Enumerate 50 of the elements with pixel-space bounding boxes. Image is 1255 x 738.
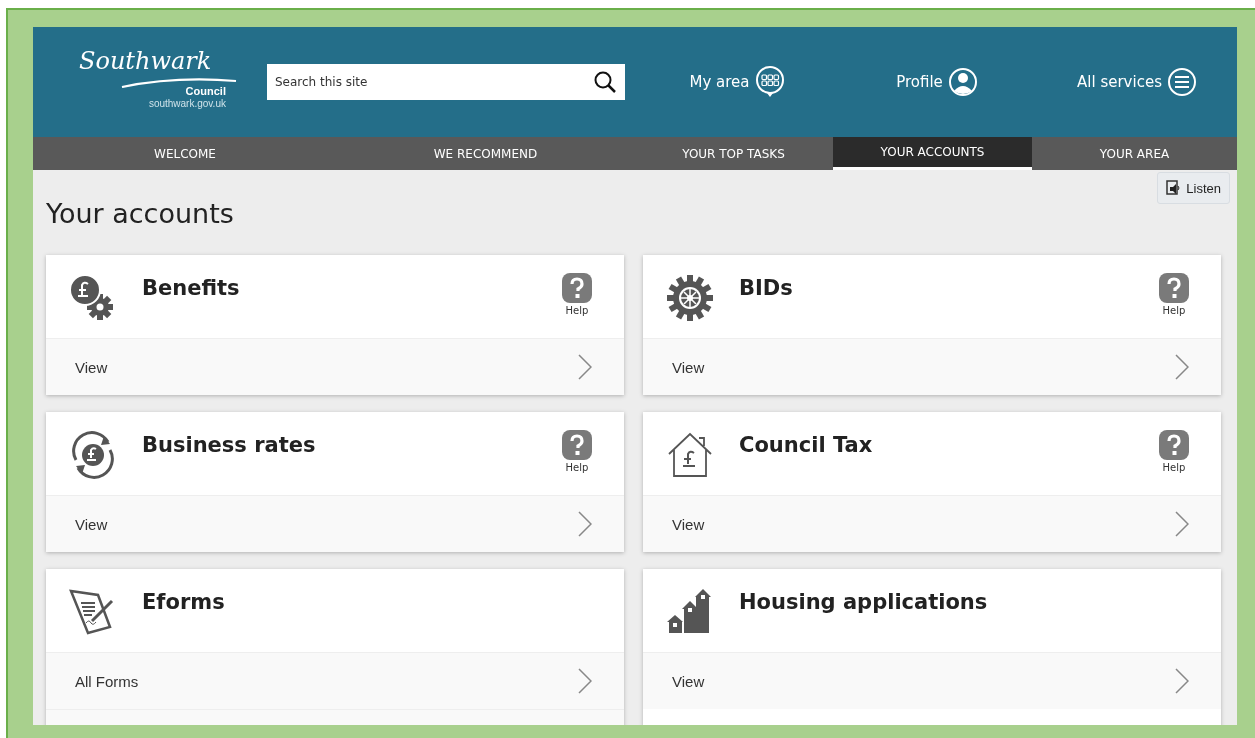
question-icon xyxy=(562,430,592,460)
help-link[interactable]: Help xyxy=(1159,273,1189,316)
card-link-row[interactable]: View xyxy=(643,652,1221,709)
listen-button[interactable]: Listen xyxy=(1157,172,1230,204)
card-title: Council Tax xyxy=(739,433,874,457)
card-title: Eforms xyxy=(142,590,226,614)
help-link[interactable]: Help xyxy=(562,430,592,473)
logo-swoosh-icon xyxy=(121,78,237,88)
card-link-row[interactable]: View xyxy=(643,338,1221,395)
person-icon xyxy=(947,67,978,97)
chevron-right-icon xyxy=(1175,354,1189,380)
grid-pin-icon xyxy=(754,66,785,98)
card-link-row[interactable]: View xyxy=(46,338,624,395)
chevron-right-icon xyxy=(578,354,592,380)
help-link[interactable]: Help xyxy=(562,273,592,316)
nav-tab[interactable]: YOUR TOP TASKS xyxy=(634,137,833,170)
menu-icon xyxy=(1166,67,1197,97)
nav-tab[interactable]: WE RECOMMEND xyxy=(337,137,634,170)
card-link-row[interactable]: View xyxy=(46,495,624,552)
chevron-right-icon xyxy=(1175,511,1189,537)
header-link[interactable]: Profile xyxy=(837,66,1037,98)
card-title: Housing applications xyxy=(739,590,989,614)
card-title: Benefits xyxy=(142,276,241,300)
header-link-label: My area xyxy=(689,73,750,91)
header-link[interactable]: All services xyxy=(1037,66,1237,98)
page-title: Your accounts xyxy=(46,198,234,229)
nav-tab[interactable]: YOUR ACCOUNTS xyxy=(833,137,1032,170)
card-title: BIDs xyxy=(739,276,794,300)
header-link-label: Profile xyxy=(896,73,943,91)
logo-url-text: southwark.gov.uk xyxy=(148,98,226,109)
question-icon xyxy=(1159,430,1189,460)
header-link[interactable]: My area xyxy=(637,66,837,98)
header-link-label: All services xyxy=(1077,73,1162,91)
card-link-row[interactable]: All Forms xyxy=(46,652,624,709)
help-link[interactable]: Help xyxy=(1159,430,1189,473)
search-icon[interactable] xyxy=(593,70,617,94)
search-field[interactable]: Search this site xyxy=(266,64,625,100)
logo-council-text: Council xyxy=(185,85,226,97)
chevron-right-icon xyxy=(1175,668,1189,694)
card-link-row[interactable]: View xyxy=(643,495,1221,552)
nav-tab[interactable]: YOUR AREA xyxy=(1032,137,1237,170)
nav-tab[interactable]: WELCOME xyxy=(33,137,337,170)
speaker-icon xyxy=(1166,180,1183,196)
gear-icon xyxy=(665,273,715,323)
question-icon xyxy=(562,273,592,303)
card-title: Business rates xyxy=(142,433,317,457)
chevron-right-icon xyxy=(578,511,592,537)
logo-wordmark: Southwark xyxy=(79,47,212,75)
chevron-right-icon xyxy=(578,668,592,694)
question-icon xyxy=(1159,273,1189,303)
